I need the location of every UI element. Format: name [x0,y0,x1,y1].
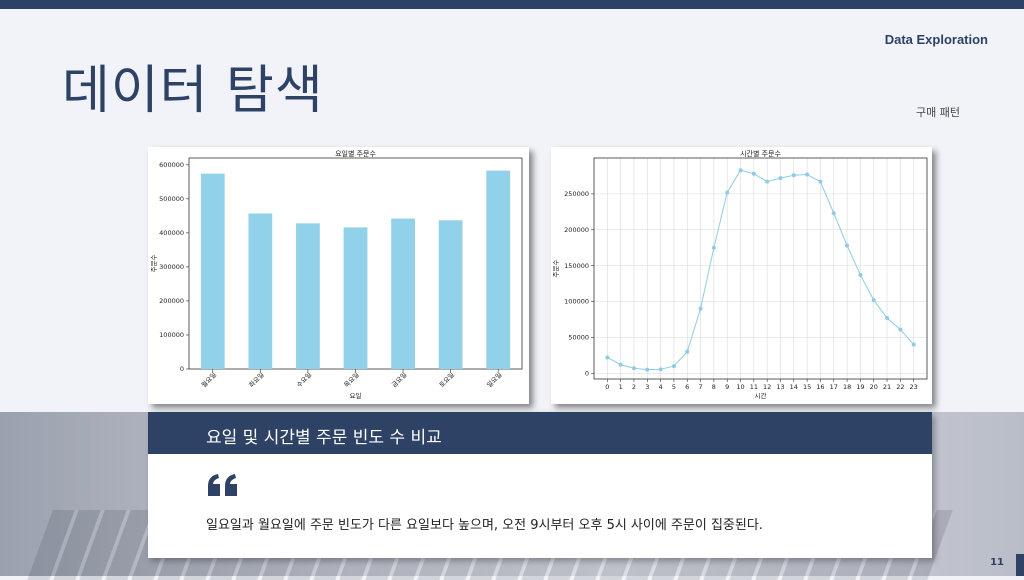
x-tick-label: 1 [619,383,623,391]
data-point [885,316,890,321]
x-tick-label: 21 [883,383,891,391]
data-point [645,367,650,372]
data-point [831,211,836,216]
data-point [738,168,743,173]
y-tick-label: 100000 [159,331,184,339]
y-tick-label: 200000 [564,226,589,234]
y-tick-label: 400000 [159,229,184,237]
quote-icon [208,474,237,496]
x-tick-label: 7 [698,383,702,391]
x-tick-label: 13 [776,383,784,391]
x-tick-label: 19 [856,383,864,391]
x-tick-label: 4 [659,383,663,391]
data-point [791,173,796,178]
x-tick-label: 16 [816,383,824,391]
page-number: 11 [990,557,1004,568]
page-subtitle: 구매 패턴 [916,106,960,119]
series-line [607,169,915,371]
plot-frame [593,157,928,380]
x-tick-label: 2 [632,383,636,391]
data-point [698,306,703,311]
bar [391,218,415,369]
data-point [711,245,716,250]
summary-card: 요일 및 시간별 주문 빈도 수 비교 일요일과 월요일에 주문 빈도가 다른 … [148,412,932,558]
y-tick-label: 100000 [564,298,589,306]
x-tick-label: 목요일 [342,370,361,389]
page-title: 데이터 탐색 [62,61,324,121]
data-point [911,342,916,347]
data-point [605,355,610,360]
summary-text: 일요일과 월요일에 주문 빈도가 다른 요일보다 높으며, 오전 9시부터 오후… [206,518,763,533]
x-tick-label: 17 [830,383,838,391]
section-label: Data Exploration [884,32,988,47]
summary-header: 요일 및 시간별 주문 빈도 수 비교 [148,412,932,454]
x-tick-label: 15 [803,383,811,391]
data-point [658,367,663,372]
x-tick-label: 일요일 [485,370,504,389]
data-point [765,179,770,184]
x-axis-label: 요일 [350,391,362,400]
x-tick-label: 12 [763,383,771,391]
data-point [898,327,903,332]
hourly-orders-chart: 시간별 주문수 0 50000 100000 150000 200000 250000 0 1 2… [551,147,932,404]
data-point [805,172,810,177]
chart-title: 요일별 주문수 [335,149,376,158]
y-tick-label: 150000 [564,262,589,270]
data-point [845,243,850,248]
summary-heading: 요일 및 시간별 주문 빈도 수 비교 [206,428,442,448]
x-tick-label: 5 [672,383,676,391]
x-tick-label: 18 [843,383,851,391]
x-tick-label: 20 [870,383,878,391]
y-tick-label: 0 [585,369,589,377]
weekday-orders-chart: 요일별 주문수 0 100000 200000 300000 400000 500000 60… [148,147,529,404]
x-tick-label: 금요일 [389,370,408,389]
data-point [631,366,636,371]
bar [486,170,511,369]
data-point [685,349,690,354]
x-tick-label: 6 [685,383,689,391]
data-point [725,190,730,195]
chart-title: 시간별 주문수 [740,149,781,158]
x-tick-label: 0 [605,383,609,391]
bar [248,213,273,369]
data-point [858,272,863,277]
y-axis-label: 주문수 [552,260,560,278]
data-point [751,171,756,176]
corner-accent [1016,554,1024,576]
bar [438,220,463,369]
data-point [818,179,823,184]
data-point [671,364,676,369]
y-tick-label: 250000 [564,190,589,198]
x-tick-label: 14 [790,383,798,391]
x-tick-label: 월요일 [199,370,218,389]
y-tick-label: 50000 [568,334,589,342]
y-tick-label: 300000 [159,263,184,271]
bar [200,173,225,369]
x-tick-label: 23 [910,383,918,391]
line-chart-svg: 시간별 주문수0500001000001500002000002500000 1 2… [552,149,928,400]
x-tick-label: 3 [645,383,649,391]
y-tick-label: 0 [180,365,184,373]
y-tick-label: 600000 [159,161,184,169]
y-tick-label: 200000 [159,297,184,305]
bar-chart-svg: 요일별 주문수 0 100000 200000 300000 400000 500000 60… [150,149,523,400]
x-tick-label: 11 [750,383,758,391]
x-tick-label: 화요일 [247,370,266,389]
x-axis-label: 시간 [755,391,767,400]
data-point [871,298,876,303]
x-tick-label: 토요일 [437,370,456,389]
data-point [618,362,623,367]
x-tick-label: 9 [725,383,729,391]
x-tick-label: 수요일 [294,370,313,389]
x-tick-label: 22 [896,383,904,391]
y-tick-label: 500000 [159,195,184,203]
bar [296,223,320,369]
data-point [778,176,783,181]
y-axis-label: 주문수 [150,255,158,273]
x-tick-label: 8 [712,383,716,391]
bar [343,227,368,369]
x-tick-label: 10 [736,383,744,391]
top-accent-bar [0,0,1024,9]
